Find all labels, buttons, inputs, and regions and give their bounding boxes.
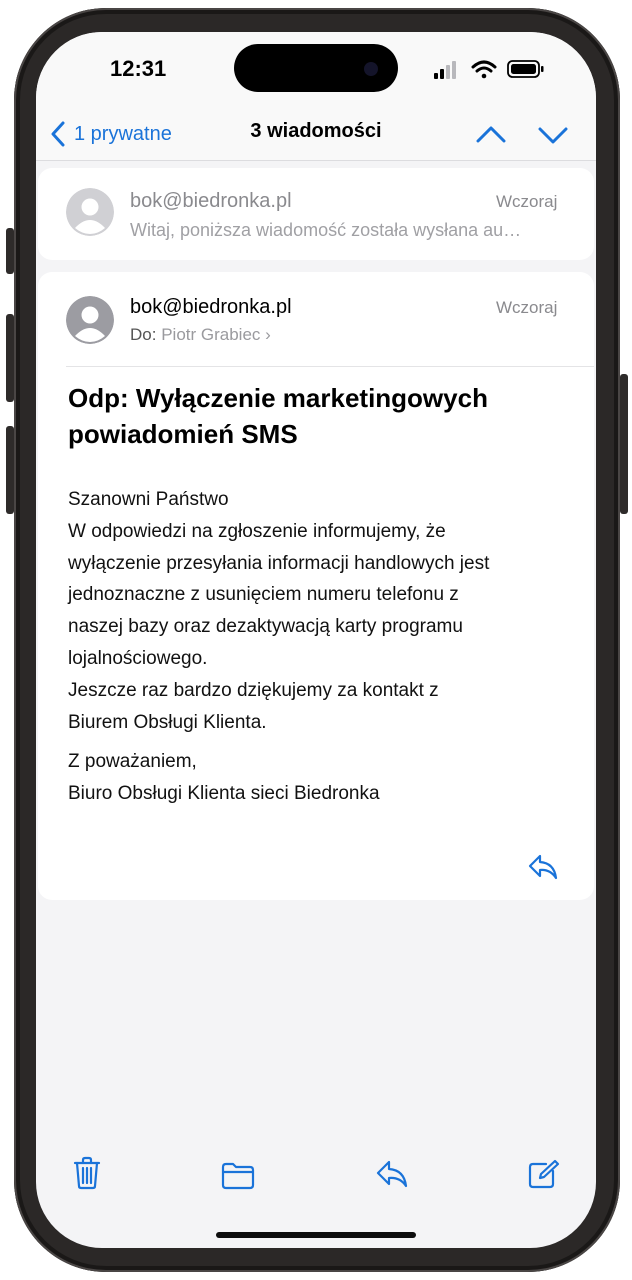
body-line: lojalnościowego. xyxy=(68,647,208,669)
body-line: Szanowni Państwo xyxy=(68,489,229,510)
chevron-right-icon: › xyxy=(265,325,271,344)
signature-line: Biuro Obsługi Klienta sieci Biedronka xyxy=(68,782,380,804)
recipient-prefix: Do: xyxy=(130,325,157,344)
body-line: Jeszcze raz bardzo dziękujemy za kontakt… xyxy=(68,679,439,701)
avatar xyxy=(66,296,114,344)
sender-name: bok@biedronka.pl xyxy=(130,190,292,212)
volume-up-button xyxy=(6,314,14,402)
signature-line: Z poważaniem, xyxy=(68,751,197,772)
status-bar: 12:31 xyxy=(36,32,596,110)
header-divider xyxy=(66,366,594,367)
navigation-bar: 1 prywatne 3 wiadomości xyxy=(36,110,596,161)
recipient-name: Piotr Grabiec xyxy=(161,325,261,344)
person-icon xyxy=(66,188,114,236)
volume-down-button xyxy=(6,426,14,514)
message-card: bok@biedronka.pl Wczoraj Do: Piotr Grabi… xyxy=(38,272,594,900)
body-line: Biurem Obsługi Klienta. xyxy=(68,711,267,733)
camera-icon xyxy=(364,62,378,76)
message-date: Wczoraj xyxy=(496,192,558,211)
sender-name[interactable]: bok@biedronka.pl xyxy=(130,296,292,319)
avatar xyxy=(66,188,114,236)
message-signature: Z poważaniem, Biuro Obsługi Klienta siec… xyxy=(68,746,578,810)
chevron-up-icon[interactable] xyxy=(474,118,508,152)
folder-icon[interactable] xyxy=(220,1160,256,1190)
body-line: naszej bazy oraz dezaktywacją karty prog… xyxy=(68,616,463,638)
collapsed-message-card[interactable]: bok@biedronka.pl Wczoraj Witaj, poniższa… xyxy=(38,168,594,260)
chevron-down-icon[interactable] xyxy=(536,118,570,152)
message-subject: Odp: Wyłączenie marketingowych powiadomi… xyxy=(68,380,568,452)
message-date: Wczoraj xyxy=(496,298,558,317)
status-icons xyxy=(434,60,544,79)
screen: 12:31 1 prywatne 3 wiadomości bok@biedro… xyxy=(36,32,596,1248)
power-button xyxy=(620,374,628,514)
signal-icon xyxy=(434,61,456,79)
trash-icon[interactable] xyxy=(72,1156,102,1190)
reply-icon[interactable] xyxy=(374,1158,410,1190)
body-line: wyłączenie przesyłania informacji handlo… xyxy=(68,552,490,574)
subject-line: Odp: Wyłączenie marketingowych xyxy=(68,383,488,413)
compose-icon[interactable] xyxy=(526,1158,560,1190)
reply-icon[interactable] xyxy=(526,852,560,882)
recipient-line[interactable]: Do: Piotr Grabiec › xyxy=(130,325,271,345)
wifi-icon xyxy=(471,60,497,79)
message-preview: Witaj, poniższa wiadomość została wysłan… xyxy=(130,220,522,240)
person-icon xyxy=(66,296,114,344)
message-body: Szanowni Państwo W odpowiedzi na zgłosze… xyxy=(68,484,578,738)
subject-line: powiadomień SMS xyxy=(68,419,298,449)
nav-title: 3 wiadomości xyxy=(250,120,382,142)
body-line: jednoznaczne z usunięciem numeru telefon… xyxy=(68,584,459,606)
status-time: 12:31 xyxy=(110,56,167,81)
home-indicator xyxy=(216,1232,416,1238)
body-line: W odpowiedzi na zgłoszenie informujemy, … xyxy=(68,520,446,542)
battery-icon xyxy=(507,60,544,78)
silent-switch xyxy=(6,228,14,274)
